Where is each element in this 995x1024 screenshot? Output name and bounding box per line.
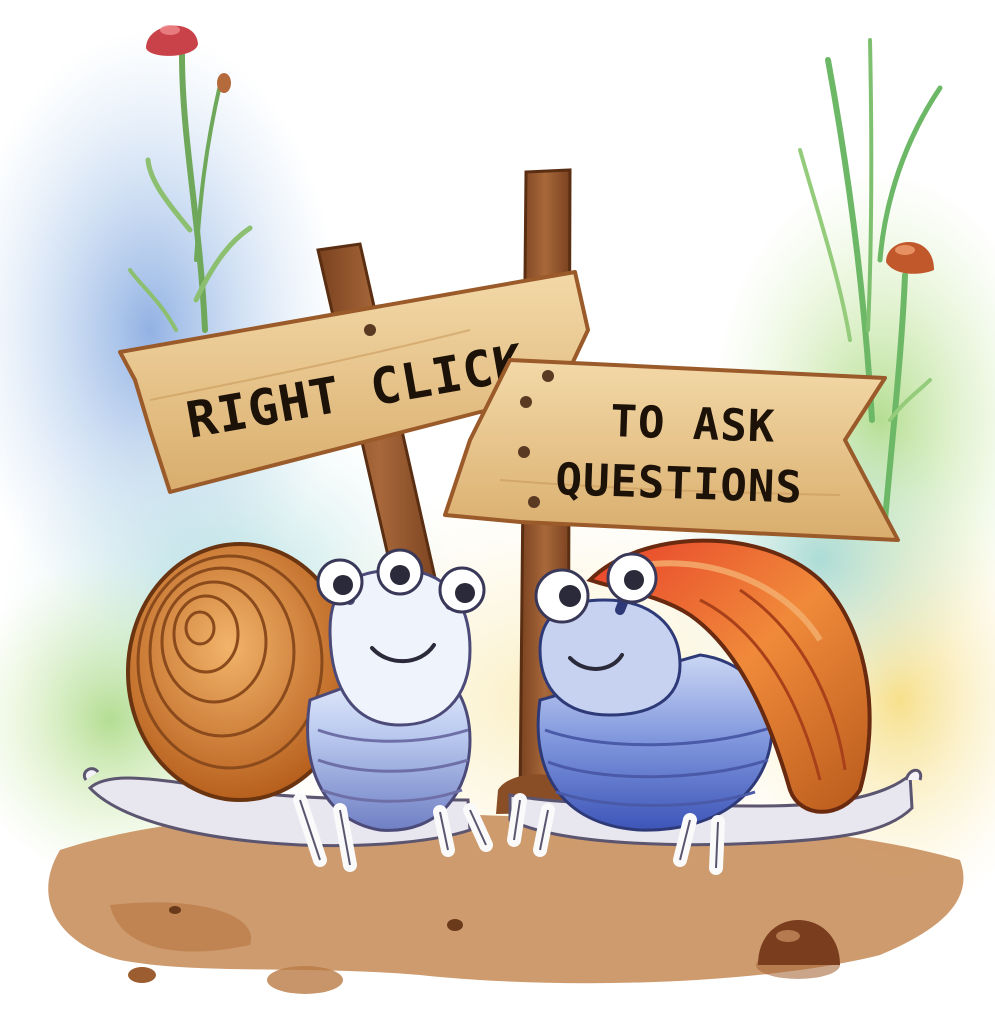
sign-ask-questions: TO ASK QUESTIONS bbox=[443, 358, 900, 542]
sign-ask-line1: TO ASK bbox=[610, 396, 777, 453]
sign-ask-line2: QUESTIONS bbox=[555, 454, 804, 514]
illustration: RIGHT CLICK TO ASK QUESTIONS bbox=[0, 25, 995, 994]
